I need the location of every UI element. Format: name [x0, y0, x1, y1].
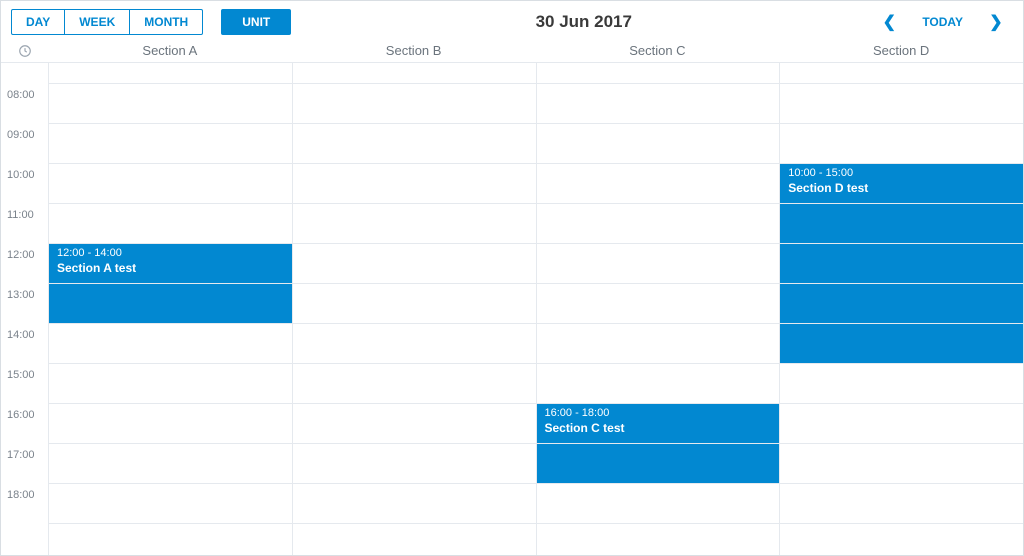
page-title: 30 Jun 2017	[291, 12, 876, 32]
clock-icon	[18, 44, 32, 58]
scheduler-window: DAY WEEK MONTH UNIT 30 Jun 2017 ❮ TODAY …	[0, 0, 1024, 556]
time-label: 18:00	[1, 475, 48, 515]
hour-line	[48, 403, 1023, 404]
view-month-button[interactable]: MONTH	[130, 9, 203, 35]
time-label: 09:00	[1, 115, 48, 155]
toolbar: DAY WEEK MONTH UNIT 30 Jun 2017 ❮ TODAY …	[1, 1, 1023, 39]
date-nav-group: ❮ TODAY ❯	[876, 9, 1013, 35]
view-week-button[interactable]: WEEK	[65, 9, 130, 35]
calendar-column-d[interactable]: 10:00 - 15:00 Section D test	[779, 63, 1023, 555]
chevron-right-icon: ❯	[989, 12, 1002, 32]
chevron-left-icon: ❮	[883, 12, 896, 32]
time-label: 16:00	[1, 395, 48, 435]
time-label: 08:00	[1, 75, 48, 115]
time-gutter-header	[1, 39, 48, 62]
hour-line	[48, 243, 1023, 244]
hour-line	[48, 83, 1023, 84]
event-time: 10:00 - 15:00	[788, 167, 1015, 179]
calendar-column-c[interactable]: 16:00 - 18:00 Section C test	[536, 63, 780, 555]
column-header-d: Section D	[779, 39, 1023, 62]
hour-line	[48, 523, 1023, 524]
calendar-columns: 12:00 - 14:00 Section A test Section B te…	[48, 63, 1023, 555]
hour-line	[48, 203, 1023, 204]
prev-button[interactable]: ❮	[876, 9, 902, 35]
time-label: 17:00	[1, 435, 48, 475]
time-label: 11:00	[1, 195, 48, 235]
column-header-a: Section A	[48, 39, 292, 62]
column-header-b: Section B	[292, 39, 536, 62]
hour-line	[48, 283, 1023, 284]
event-time: 16:00 - 18:00	[545, 407, 772, 419]
time-label: 15:00	[1, 355, 48, 395]
next-button[interactable]: ❯	[983, 9, 1009, 35]
time-label: 14:00	[1, 315, 48, 355]
column-headers: Section A Section B Section C Section D	[1, 39, 1023, 63]
calendar-column-b[interactable]: Section B test	[292, 63, 536, 555]
event-title: Section A test	[57, 261, 136, 275]
time-label: 12:00	[1, 235, 48, 275]
event-title: Section C test	[545, 421, 625, 435]
calendar-grid[interactable]: 08:0009:0010:0011:0012:0013:0014:0015:00…	[1, 63, 1023, 555]
time-label: 10:00	[1, 155, 48, 195]
time-gutter: 08:0009:0010:0011:0012:0013:0014:0015:00…	[1, 63, 48, 555]
view-unit-button[interactable]: UNIT	[221, 9, 291, 35]
event-title: Section D test	[788, 181, 868, 195]
hour-line	[48, 443, 1023, 444]
hour-line	[48, 363, 1023, 364]
view-switch-group: DAY WEEK MONTH	[11, 9, 203, 35]
hour-line	[48, 123, 1023, 124]
view-day-button[interactable]: DAY	[11, 9, 65, 35]
calendar-column-a[interactable]: 12:00 - 14:00 Section A test	[48, 63, 292, 555]
hour-line	[48, 163, 1023, 164]
today-button[interactable]: TODAY	[910, 9, 975, 35]
hour-line	[48, 483, 1023, 484]
event-time: 12:00 - 14:00	[57, 247, 284, 259]
time-label: 13:00	[1, 275, 48, 315]
hour-line	[48, 323, 1023, 324]
column-header-c: Section C	[536, 39, 780, 62]
event[interactable]: 10:00 - 15:00 Section D test	[780, 163, 1023, 363]
